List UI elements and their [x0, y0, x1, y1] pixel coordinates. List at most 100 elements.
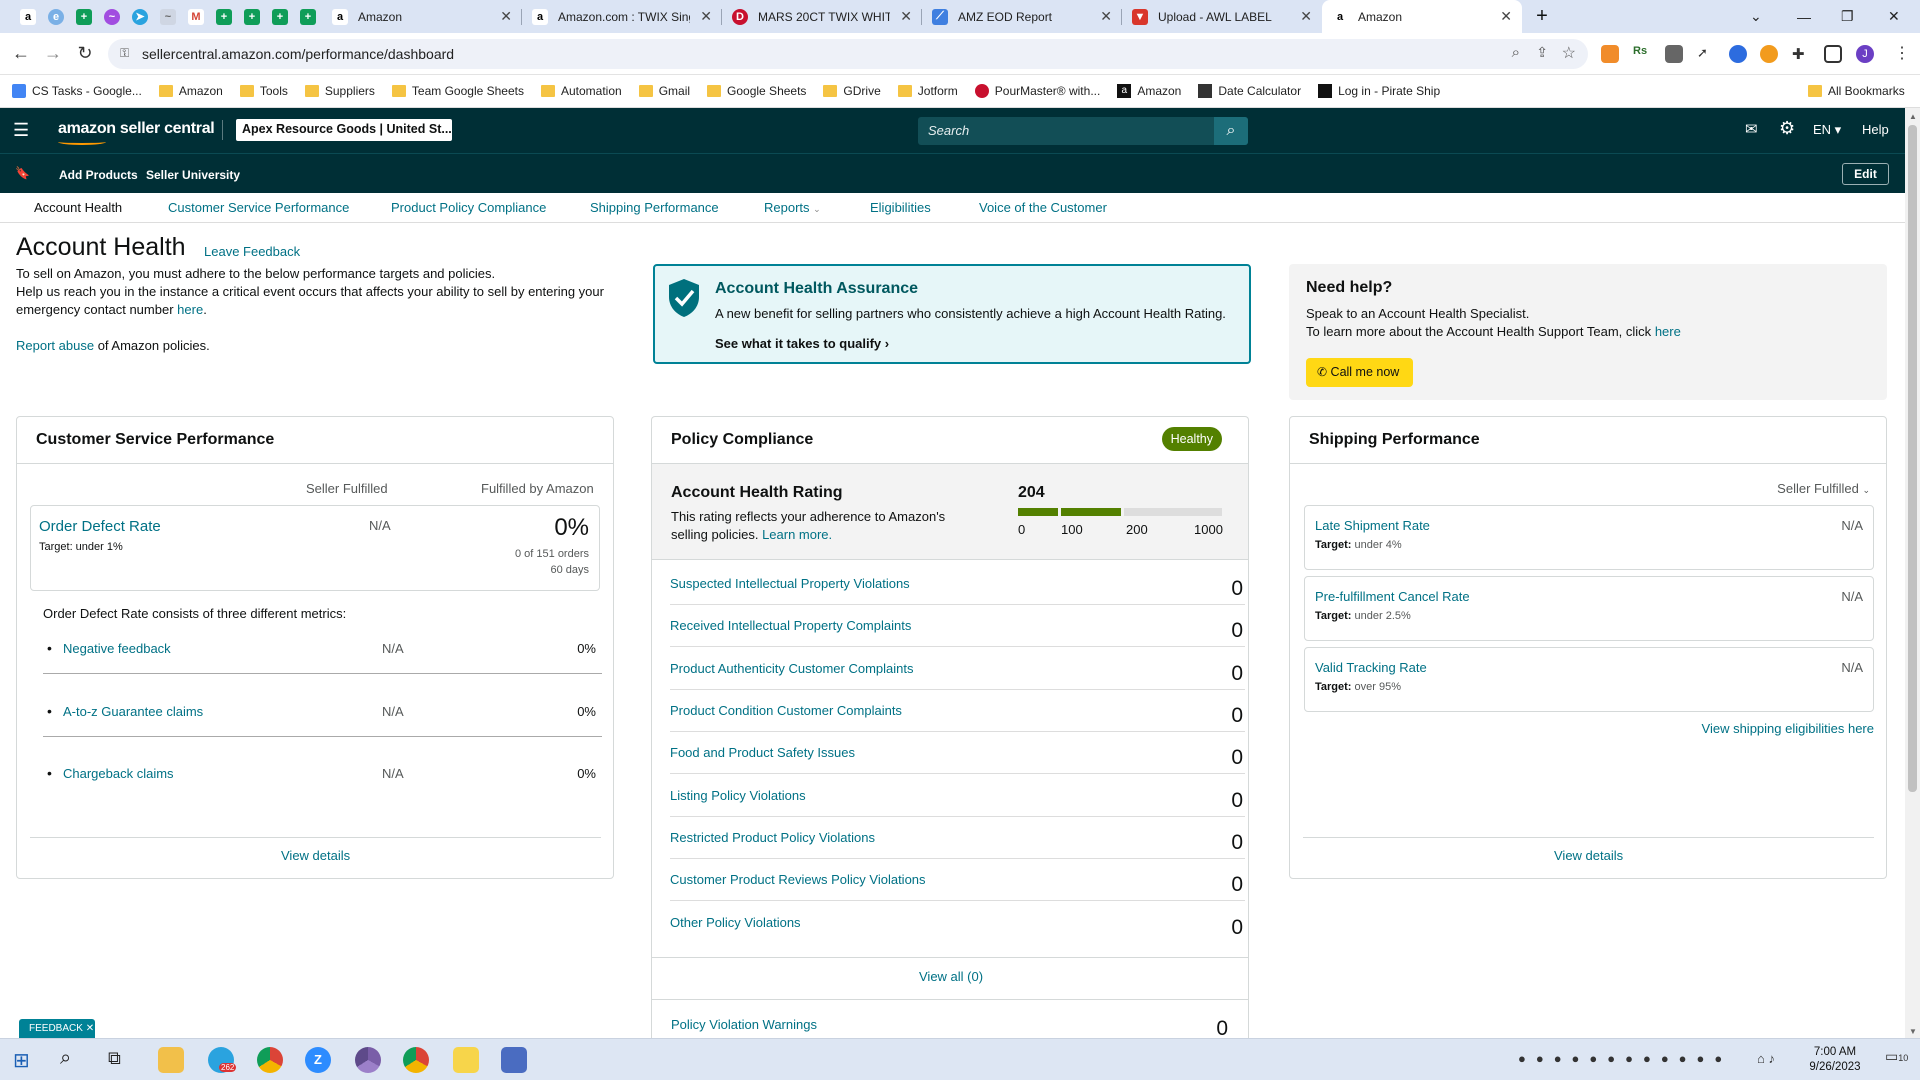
tab-product-policy-compliance[interactable]: Product Policy Compliance	[391, 200, 546, 215]
profile-avatar[interactable]: J	[1856, 45, 1874, 63]
tab-shipping-performance[interactable]: Shipping Performance	[590, 200, 719, 215]
pinned-tab-telegram[interactable]: ➤	[126, 0, 154, 33]
tab-upload-awl-label[interactable]: ▼ Upload - AWL LABEL ✕	[1122, 0, 1322, 33]
gear-icon[interactable]: ⚙	[1779, 118, 1795, 139]
seller-central-logo[interactable]: amazon seller central	[58, 120, 215, 138]
policy-row[interactable]: Food and Product Safety Issues 0	[670, 732, 1245, 774]
policy-row[interactable]: Customer Product Reviews Policy Violatio…	[670, 859, 1245, 901]
add-products-link[interactable]: Add Products	[59, 168, 138, 182]
reload-icon[interactable]: ↻	[69, 43, 101, 64]
policy-row[interactable]: Restricted Product Policy Violations 0	[670, 817, 1245, 859]
windows-start-icon[interactable]: ⊞	[13, 1048, 30, 1073]
emergency-contact-here-link[interactable]: here	[177, 302, 203, 317]
call-me-now-button[interactable]: ✆ Call me now	[1306, 358, 1413, 387]
help-link[interactable]: Help	[1862, 122, 1889, 137]
zoom-app-icon[interactable]: Z	[305, 1047, 331, 1073]
tab-voice-of-the-customer[interactable]: Voice of the Customer	[979, 200, 1107, 215]
share-icon[interactable]: ⇪	[1536, 44, 1548, 61]
close-tab-icon[interactable]: ✕	[700, 8, 712, 25]
tab-amazon-1[interactable]: a Amazon ✕	[322, 0, 522, 33]
seller-university-link[interactable]: Seller University	[146, 168, 240, 182]
clock[interactable]: 7:00 AM 9/26/2023	[1800, 1045, 1870, 1075]
notification-icon[interactable]: ▭10	[1885, 1048, 1908, 1065]
bookmark-folder[interactable]: GDrive	[823, 84, 881, 98]
view-details-link[interactable]: View details	[1554, 848, 1623, 863]
bookmark-folder[interactable]: Tools	[239, 84, 288, 98]
policy-row[interactable]: Product Condition Customer Complaints 0	[670, 690, 1245, 732]
tab-reports[interactable]: Reports ⌄	[764, 200, 821, 215]
chrome-profile-icon[interactable]	[355, 1047, 381, 1073]
bookmark-folder[interactable]: Amazon	[158, 84, 223, 98]
extension-icon[interactable]	[1729, 45, 1747, 63]
bookmark-folder[interactable]: Google Sheets	[707, 84, 806, 98]
bookmark-folder[interactable]: Gmail	[638, 84, 690, 98]
page-scrollbar[interactable]: ▲ ▼	[1905, 108, 1920, 1038]
bookmark-star-icon[interactable]: ☆	[1562, 43, 1576, 63]
search-icon[interactable]: ⌕	[1214, 117, 1248, 145]
chrome-icon[interactable]	[257, 1047, 283, 1073]
tab-customer-service-performance[interactable]: Customer Service Performance	[168, 200, 349, 215]
policy-row[interactable]: Suspected Intellectual Property Violatio…	[670, 563, 1245, 605]
bookmark-item[interactable]: CS Tasks - Google...	[12, 84, 142, 98]
close-icon[interactable]: ✕	[86, 1023, 94, 1034]
see-qualify-link[interactable]: See what it takes to qualify ›	[715, 336, 889, 351]
feedback-tab[interactable]: FEEDBACK ✕	[19, 1019, 95, 1039]
learn-more-link[interactable]: Learn more.	[762, 527, 832, 542]
extension-icon[interactable]: ➚	[1697, 45, 1715, 63]
address-bar[interactable]: ⚿ sellercentral.amazon.com/performance/d…	[108, 39, 1588, 69]
bookmark-folder[interactable]: Automation	[540, 84, 622, 98]
policy-row[interactable]: Product Authenticity Customer Complaints…	[670, 648, 1245, 690]
pinned-tab-sheets-4[interactable]: +	[266, 0, 294, 33]
language-selector[interactable]: EN ▾	[1813, 122, 1841, 138]
a-to-z-claims-link[interactable]: A-to-z Guarantee claims	[63, 704, 203, 719]
policy-violation-warnings-link[interactable]: Policy Violation Warnings	[671, 1017, 817, 1032]
menu-kebab-icon[interactable]: ⋮	[1894, 43, 1910, 63]
extensions-puzzle-icon[interactable]: ✚	[1792, 45, 1810, 63]
store-switcher[interactable]: Apex Resource Goods | United St...	[236, 119, 452, 141]
pinned-tab-sheets[interactable]: +	[70, 0, 98, 33]
view-details-link[interactable]: View details	[281, 848, 350, 863]
support-team-here-link[interactable]: here	[1655, 324, 1681, 339]
extension-icon[interactable]	[1760, 45, 1778, 63]
bookmark-item[interactable]: Log in - Pirate Ship	[1318, 84, 1440, 98]
side-panel-icon[interactable]	[1824, 45, 1842, 63]
tab-amz-eod-report[interactable]: ⟋ AMZ EOD Report ✕	[922, 0, 1122, 33]
pinned-tab-sheets-3[interactable]: +	[238, 0, 266, 33]
scroll-up-icon[interactable]: ▲	[1909, 112, 1917, 121]
close-window-button[interactable]: ✕	[1888, 0, 1900, 33]
policy-row[interactable]: Other Policy Violations 0	[670, 902, 1245, 944]
close-tab-icon[interactable]: ✕	[500, 8, 512, 25]
policy-row[interactable]: Listing Policy Violations 0	[670, 775, 1245, 817]
all-bookmarks[interactable]: All Bookmarks	[1808, 84, 1905, 98]
new-tab-button[interactable]: +	[1522, 0, 1562, 33]
tab-amazon-twix[interactable]: a Amazon.com : TWIX Sing ✕	[522, 0, 722, 33]
edit-button[interactable]: Edit	[1842, 163, 1889, 185]
order-defect-rate-link[interactable]: Order Defect Rate	[39, 518, 161, 535]
pinned-tab-messenger[interactable]: ~	[98, 0, 126, 33]
restore-button[interactable]: ❐	[1841, 0, 1854, 33]
view-shipping-eligibilities-link[interactable]: View shipping eligibilities here	[1702, 721, 1874, 736]
network-volume-icons[interactable]: ⌂ ♪	[1757, 1051, 1775, 1066]
pinned-tab-gmail[interactable]: M	[182, 0, 210, 33]
close-tab-icon[interactable]: ✕	[1300, 8, 1312, 25]
bookmark-item[interactable]: a Amazon	[1117, 84, 1181, 98]
close-tab-icon[interactable]: ✕	[1500, 8, 1512, 25]
extension-icon[interactable]	[1665, 45, 1683, 63]
system-tray-icons[interactable]: ●●●●●●●●●●●●	[1518, 1051, 1732, 1066]
negative-feedback-link[interactable]: Negative feedback	[63, 641, 171, 656]
fulfillment-filter-dropdown[interactable]: Seller Fulfilled ⌄	[1777, 481, 1870, 496]
bookmark-folder[interactable]: Team Google Sheets	[391, 84, 524, 98]
extension-icon[interactable]: Rs	[1633, 45, 1651, 63]
site-info-icon[interactable]: ⚿	[120, 46, 129, 61]
pinned-tab-6[interactable]: ~	[154, 0, 182, 33]
bookmark-item[interactable]: PourMaster® with...	[974, 84, 1100, 98]
back-icon[interactable]: ←	[5, 43, 37, 64]
pinned-tab-2[interactable]: e	[42, 0, 70, 33]
tab-mars-twix[interactable]: D MARS 20CT TWIX WHITE ✕	[722, 0, 922, 33]
task-view-icon[interactable]: ⧉	[108, 1048, 121, 1069]
view-all-link[interactable]: View all (0)	[919, 969, 983, 984]
tab-eligibilities[interactable]: Eligibilities	[870, 200, 931, 215]
mail-icon[interactable]: ✉	[1745, 120, 1758, 138]
tab-amazon-active[interactable]: a Amazon ✕	[1322, 0, 1522, 33]
scrollbar-thumb[interactable]	[1908, 125, 1917, 792]
